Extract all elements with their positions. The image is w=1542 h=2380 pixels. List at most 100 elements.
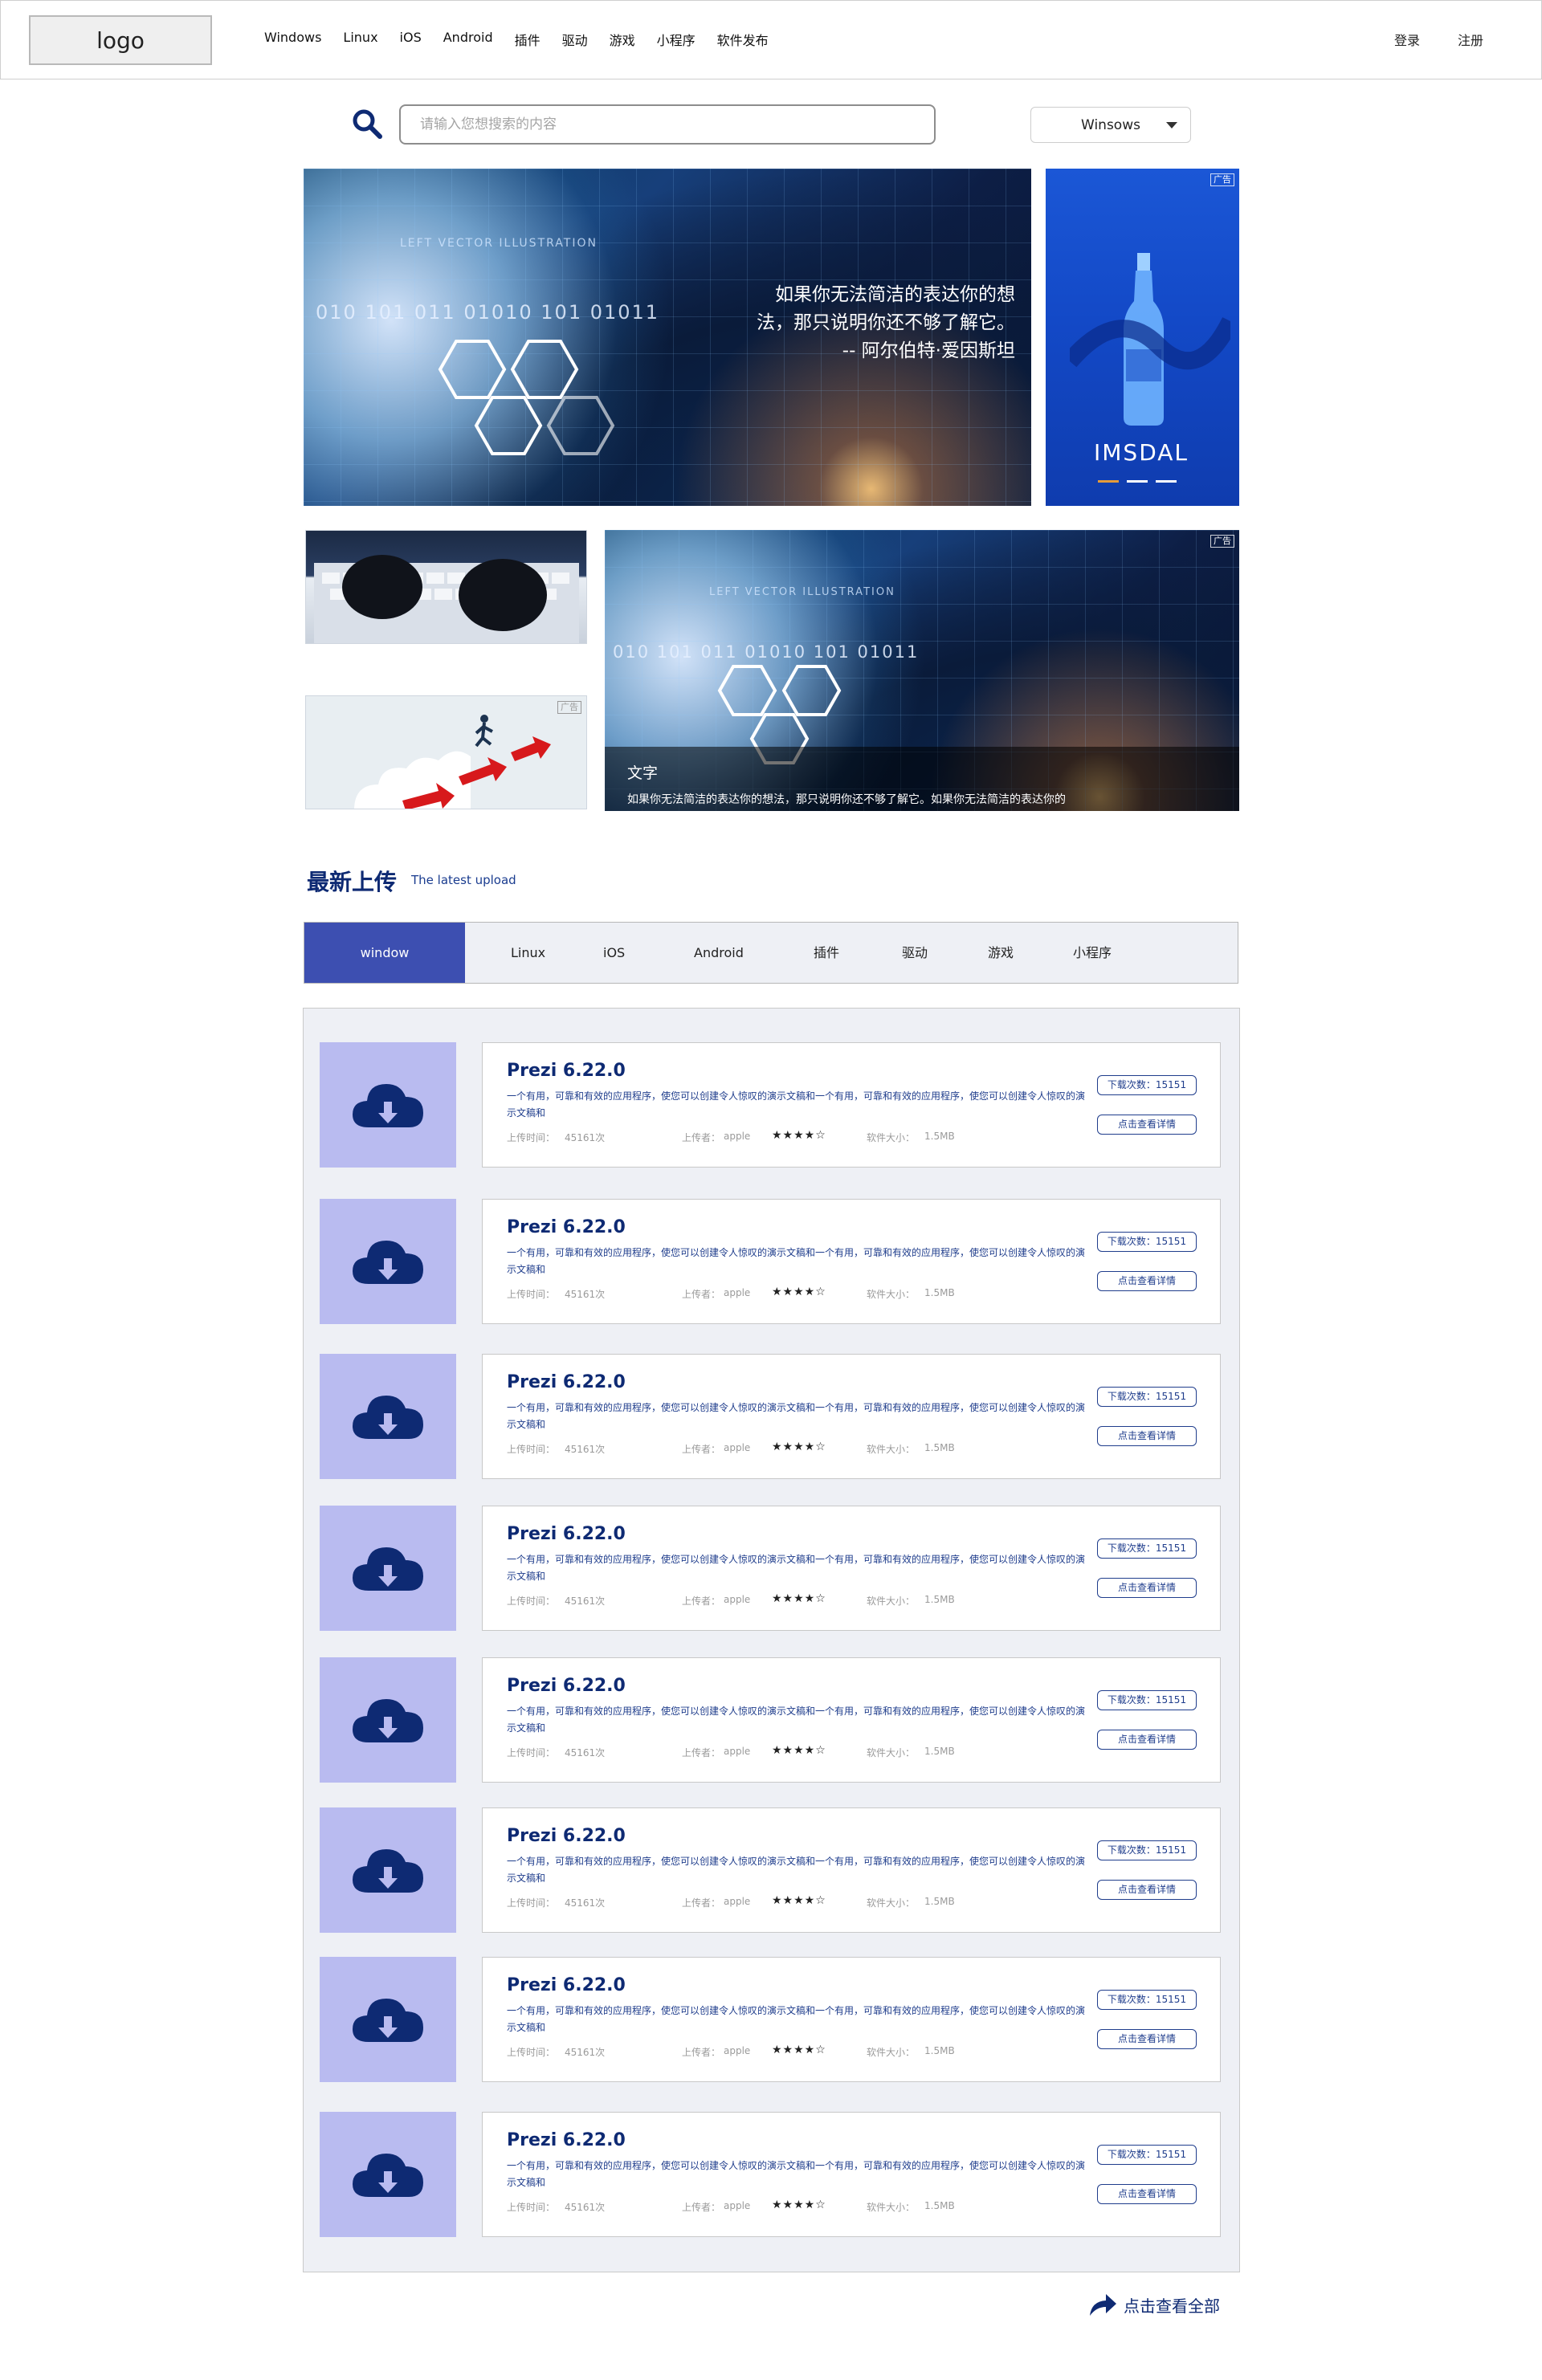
item-description: 一个有用，可靠和有效的应用程序，使您可以创建令人惊叹的演示文稿和一个有用，可靠和… xyxy=(507,2005,1086,2033)
category-tabs: window Linux iOS Android 插件 驱动 游戏 小程序 xyxy=(304,922,1238,984)
uploader-value: apple xyxy=(724,1594,751,1605)
os-dropdown[interactable]: Winsows xyxy=(1030,107,1191,143)
cloud-download-icon xyxy=(353,1999,423,2042)
item-name[interactable]: Prezi 6.22.0 xyxy=(507,1975,626,1995)
hero-quote: 如果你无法简洁的表达你的想 法，那只说明你还不够了解它。 -- 阿尔伯特·爱因斯… xyxy=(726,281,1015,365)
keyboard-image-card[interactable] xyxy=(305,530,587,644)
section-title: 最新上传 xyxy=(307,869,398,895)
item-thumbnail[interactable] xyxy=(320,1199,456,1324)
tab-drivers[interactable]: 驱动 xyxy=(902,923,928,983)
view-details-button[interactable]: 点击查看详情 xyxy=(1097,1730,1197,1750)
view-details-button[interactable]: 点击查看详情 xyxy=(1097,1271,1197,1291)
nav-item-software-release[interactable]: 软件发布 xyxy=(717,30,769,49)
item-card: Prezi 6.22.0 一个有用，可靠和有效的应用程序，使您可以创建令人惊叹的演… xyxy=(482,1199,1221,1324)
search-input[interactable] xyxy=(399,104,936,145)
item-thumbnail[interactable] xyxy=(320,1807,456,1933)
share-arrow-icon xyxy=(1090,2294,1116,2316)
carousel-dot[interactable] xyxy=(1098,480,1119,483)
cloud-download-icon xyxy=(353,1699,423,1742)
cloud-download-icon xyxy=(353,1547,423,1591)
item-card: Prezi 6.22.0 一个有用，可靠和有效的应用程序，使您可以创建令人惊叹的演… xyxy=(482,1506,1221,1631)
tab-mini-programs[interactable]: 小程序 xyxy=(1073,923,1112,983)
login-link[interactable]: 登录 xyxy=(1394,30,1420,49)
item-thumbnail[interactable] xyxy=(320,1042,456,1168)
upload-time-label: 上传时间： xyxy=(507,1897,556,1909)
download-count-badge: 下载次数：15151 xyxy=(1097,1232,1197,1252)
tab-ios[interactable]: iOS xyxy=(603,923,625,983)
upload-time-label: 上传时间： xyxy=(507,1747,556,1759)
view-details-button[interactable]: 点击查看详情 xyxy=(1097,1578,1197,1598)
item-description: 一个有用，可靠和有效的应用程序，使您可以创建令人惊叹的演示文稿和一个有用，可靠和… xyxy=(507,1554,1086,1582)
nav-item-linux[interactable]: Linux xyxy=(343,30,377,49)
item-thumbnail[interactable] xyxy=(320,1354,456,1479)
tab-games[interactable]: 游戏 xyxy=(988,923,1014,983)
tab-window[interactable]: window xyxy=(304,923,465,983)
uploader-value: apple xyxy=(724,1442,751,1453)
rating-stars: ★★★★☆ xyxy=(772,1744,826,1757)
growth-arrows-image xyxy=(354,715,551,809)
view-all-link[interactable]: 点击查看全部 xyxy=(1088,2292,1220,2317)
featured-banner[interactable]: 广告 LEFT VECTOR ILLUSTRATION 010 101 011 … xyxy=(605,530,1239,811)
item-thumbnail[interactable] xyxy=(320,1957,456,2082)
carousel-dot[interactable] xyxy=(1156,480,1177,483)
nav-item-mini-programs[interactable]: 小程序 xyxy=(657,30,696,49)
view-details-button[interactable]: 点击查看详情 xyxy=(1097,2029,1197,2049)
item-thumbnail[interactable] xyxy=(320,2112,456,2237)
item-name[interactable]: Prezi 6.22.0 xyxy=(507,1217,626,1237)
nav-item-android[interactable]: Android xyxy=(443,30,493,49)
rating-stars: ★★★★☆ xyxy=(772,2044,826,2056)
rating-stars: ★★★★☆ xyxy=(772,1441,826,1453)
item-name[interactable]: Prezi 6.22.0 xyxy=(507,1826,626,1846)
file-size-value: 1.5MB xyxy=(924,1594,955,1605)
tab-plugins[interactable]: 插件 xyxy=(814,923,839,983)
nav-item-games[interactable]: 游戏 xyxy=(610,30,635,49)
ad-banner[interactable]: 广告 IMSDAL xyxy=(1046,169,1239,506)
item-thumbnail[interactable] xyxy=(320,1506,456,1631)
growth-image-card[interactable]: 广告 xyxy=(305,695,587,809)
download-count-badge: 下载次数：15151 xyxy=(1097,1075,1197,1095)
uploader-value: apple xyxy=(724,1746,751,1757)
nav-item-ios[interactable]: iOS xyxy=(400,30,422,49)
item-name[interactable]: Prezi 6.22.0 xyxy=(507,1061,626,1081)
nav-item-drivers[interactable]: 驱动 xyxy=(562,30,588,49)
view-details-button[interactable]: 点击查看详情 xyxy=(1097,1880,1197,1900)
view-details-button[interactable]: 点击查看详情 xyxy=(1097,1426,1197,1446)
logo[interactable]: logo xyxy=(29,15,212,65)
carousel-dot[interactable] xyxy=(1127,480,1148,483)
item-description: 一个有用，可靠和有效的应用程序，使您可以创建令人惊叹的演示文稿和一个有用，可靠和… xyxy=(507,1706,1086,1734)
nav-item-plugins[interactable]: 插件 xyxy=(515,30,541,49)
nav-item-windows[interactable]: Windows xyxy=(264,30,321,49)
ad-tag: 广告 xyxy=(1210,173,1234,186)
hero-quote-author: -- 阿尔伯特·爱因斯坦 xyxy=(842,340,1015,361)
hero-banner[interactable]: LEFT VECTOR ILLUSTRATION 010 101 011 010… xyxy=(304,169,1031,506)
tab-android[interactable]: Android xyxy=(694,923,744,983)
upload-time-value: 45161次 xyxy=(565,2047,606,2058)
item-thumbnail[interactable] xyxy=(320,1657,456,1783)
view-details-button[interactable]: 点击查看详情 xyxy=(1097,1115,1197,1135)
uploader-label: 上传者： xyxy=(682,2047,721,2058)
section-subtitle: The latest upload xyxy=(411,873,516,887)
file-size-label: 软件大小： xyxy=(867,2202,916,2213)
search-icon[interactable] xyxy=(351,108,383,140)
file-size-value: 1.5MB xyxy=(924,1896,955,1907)
file-size-label: 软件大小： xyxy=(867,1444,916,1455)
item-name[interactable]: Prezi 6.22.0 xyxy=(507,2130,626,2150)
hero-art-title: LEFT VECTOR ILLUSTRATION xyxy=(400,237,598,250)
file-size-label: 软件大小： xyxy=(867,1289,916,1300)
item-name[interactable]: Prezi 6.22.0 xyxy=(507,1524,626,1544)
item-card: Prezi 6.22.0 一个有用，可靠和有效的应用程序，使您可以创建令人惊叹的演… xyxy=(482,1042,1221,1168)
item-name[interactable]: Prezi 6.22.0 xyxy=(507,1372,626,1392)
rating-stars: ★★★★☆ xyxy=(772,1592,826,1605)
keyboard-image xyxy=(314,555,579,643)
item-card: Prezi 6.22.0 一个有用，可靠和有效的应用程序，使您可以创建令人惊叹的演… xyxy=(482,1957,1221,2082)
download-count-badge: 下载次数：15151 xyxy=(1097,1538,1197,1559)
download-count-badge: 下载次数：15151 xyxy=(1097,1990,1197,2010)
item-card: Prezi 6.22.0 一个有用，可靠和有效的应用程序，使您可以创建令人惊叹的演… xyxy=(482,1354,1221,1479)
carousel-indicator[interactable] xyxy=(1098,480,1177,483)
register-link[interactable]: 注册 xyxy=(1458,30,1483,49)
hero-art-binary: 010 101 011 01010 101 01011 xyxy=(316,301,660,324)
tab-linux[interactable]: Linux xyxy=(511,923,545,983)
view-details-button[interactable]: 点击查看详情 xyxy=(1097,2184,1197,2204)
item-name[interactable]: Prezi 6.22.0 xyxy=(507,1676,626,1696)
latest-upload-list: Prezi 6.22.0 一个有用，可靠和有效的应用程序，使您可以创建令人惊叹的演… xyxy=(303,1008,1240,2272)
